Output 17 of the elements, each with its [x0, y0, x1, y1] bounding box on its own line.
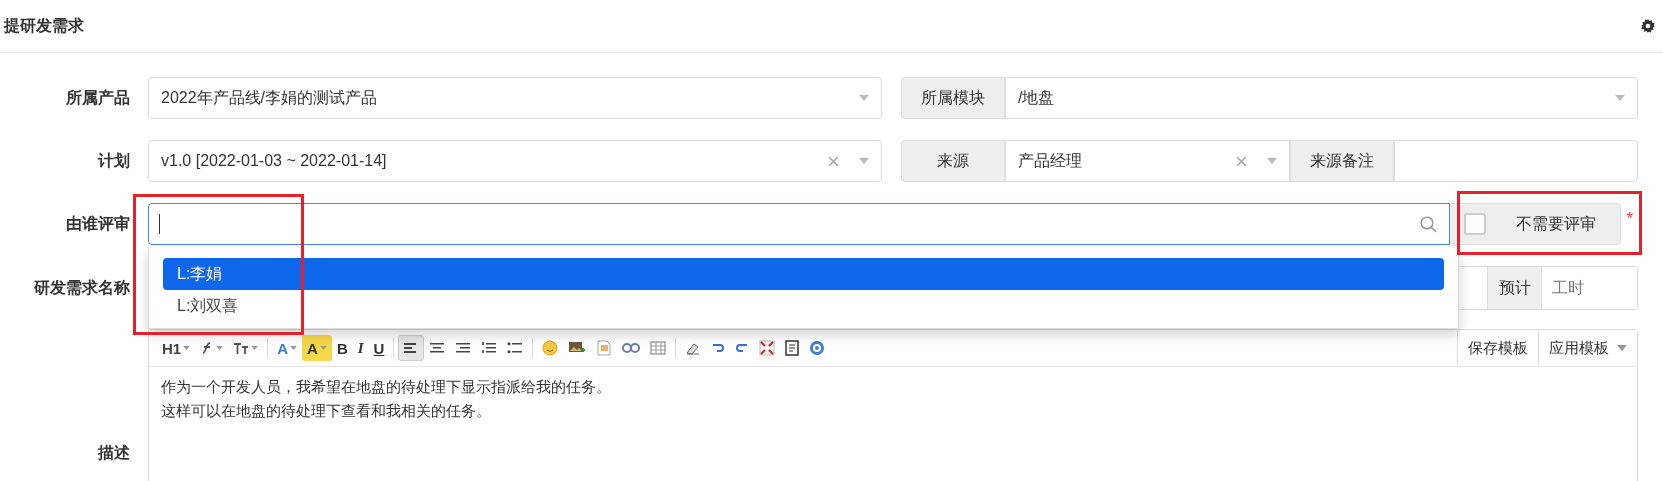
- input-addon: 所属模块: [901, 77, 1005, 119]
- required-mark: *: [1626, 209, 1633, 229]
- paragraph: 作为一个开发人员，我希望在地盘的待处理下显示指派给我的任务。: [161, 377, 612, 397]
- page-title: 提研发需求: [4, 15, 84, 36]
- input-addon: 预计: [1488, 266, 1542, 310]
- select-value: 产品经理: [1018, 150, 1083, 171]
- field-label: 研发需求名称: [33, 277, 131, 298]
- select-value: v1.0 [2022-01-03 ~ 2022-01-14]: [161, 152, 388, 170]
- paragraph: 这样可以在地盘的待处理下查看和我相关的任务。: [161, 401, 492, 421]
- field-label: 计划: [96, 150, 131, 171]
- input-addon: 来源: [901, 140, 1005, 182]
- select-value: 2022年产品线/李娟的测试产品: [161, 87, 379, 108]
- field-label: 由谁评审: [65, 213, 131, 234]
- input-addon: 来源备注: [1290, 140, 1394, 182]
- field-label: 所属产品: [65, 87, 131, 108]
- select-value: /地盘: [1018, 87, 1056, 108]
- field-label: 描述: [96, 443, 131, 463]
